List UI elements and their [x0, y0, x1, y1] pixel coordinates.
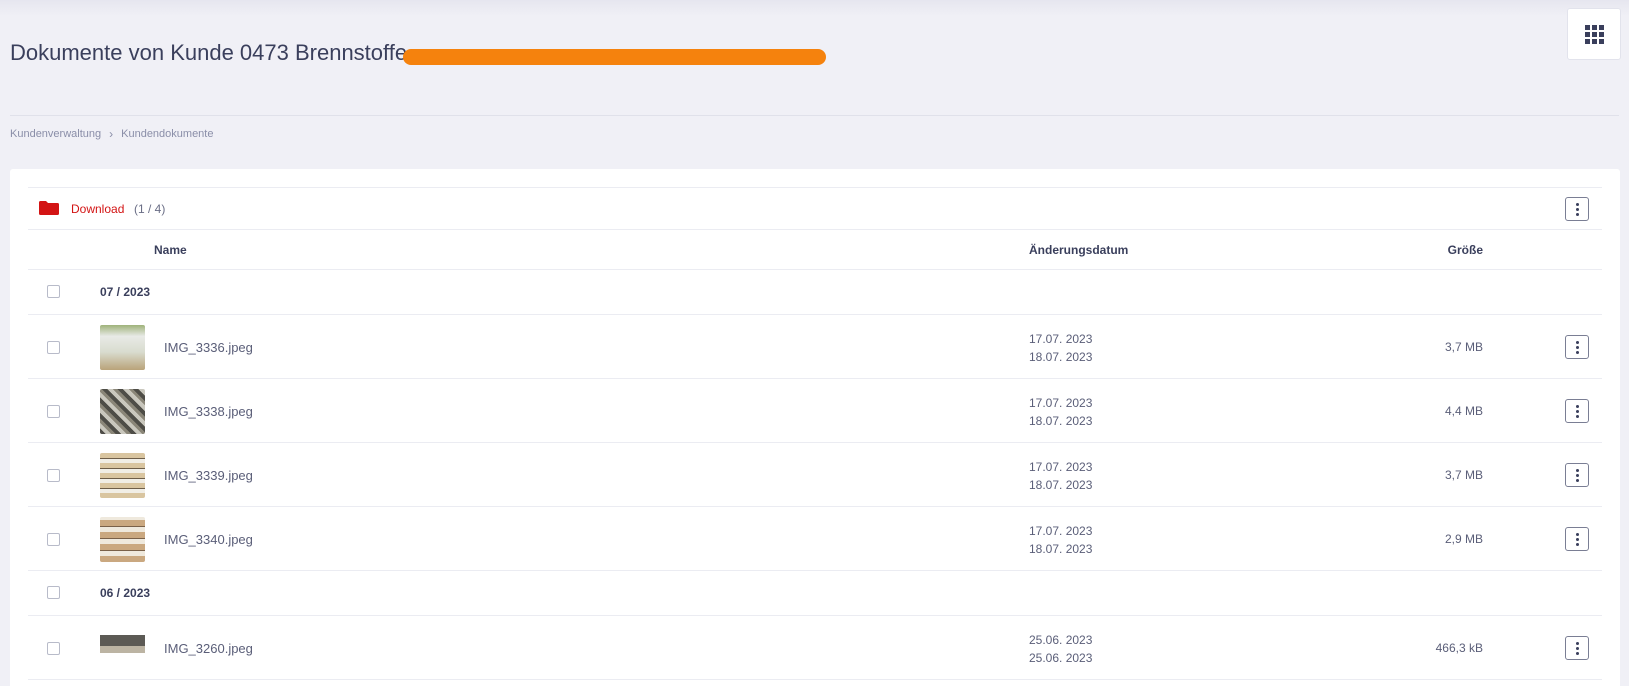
table-header: Name Änderungsdatum Größe [28, 231, 1602, 270]
breadcrumb-item-kundendokumente[interactable]: Kundendokumente [121, 128, 213, 140]
row-checkbox[interactable] [47, 533, 60, 546]
file-size: 3,7 MB [1444, 468, 1483, 482]
file-thumbnail[interactable] [100, 626, 145, 671]
breadcrumb-item-kundenverwaltung[interactable]: Kundenverwaltung [10, 128, 101, 140]
file-dates: 25.06. 2023 25.06. 2023 [1029, 631, 1092, 667]
row-checkbox[interactable] [47, 469, 60, 482]
table-row[interactable]: IMG_3260.jpeg 25.06. 2023 25.06. 2023 46… [28, 616, 1602, 680]
table-row[interactable]: IMG_3338.jpeg 17.07. 2023 18.07. 2023 4,… [28, 379, 1602, 443]
column-header-size[interactable]: Größe [1448, 243, 1483, 257]
file-name[interactable]: IMG_3336.jpeg [164, 340, 253, 355]
row-checkbox[interactable] [47, 341, 60, 354]
group-checkbox[interactable] [47, 285, 60, 298]
folder-page-count: (1 / 4) [134, 202, 166, 216]
file-thumbnail[interactable] [100, 517, 145, 562]
row-more-button[interactable] [1565, 636, 1589, 660]
file-dates: 17.07. 2023 18.07. 2023 [1029, 394, 1092, 430]
file-size: 4,4 MB [1444, 404, 1483, 418]
group-label: 07 / 2023 [100, 285, 151, 299]
file-size: 3,7 MB [1444, 340, 1483, 354]
breadcrumb: Kundenverwaltung › Kundendokumente [10, 127, 213, 141]
file-name[interactable]: IMG_3339.jpeg [164, 468, 253, 483]
folder-icon [39, 201, 59, 215]
file-created-date: 17.07. 2023 [1029, 524, 1093, 538]
header-divider [10, 115, 1619, 116]
row-checkbox[interactable] [47, 642, 60, 655]
top-bar [0, 0, 1629, 16]
file-modified-date: 18.07. 2023 [1029, 350, 1093, 364]
folder-row: Download (1 / 4) [28, 187, 1602, 230]
table-row[interactable]: IMG_3340.jpeg 17.07. 2023 18.07. 2023 2,… [28, 507, 1602, 571]
file-modified-date: 18.07. 2023 [1029, 414, 1093, 428]
file-thumbnail[interactable] [100, 389, 145, 434]
row-more-button[interactable] [1565, 399, 1589, 423]
file-dates: 17.07. 2023 18.07. 2023 [1029, 458, 1092, 494]
group-row: 07 / 2023 [28, 270, 1602, 315]
file-dates: 17.07. 2023 18.07. 2023 [1029, 522, 1092, 558]
file-modified-date: 25.06. 2023 [1029, 651, 1093, 665]
documents-card: Download (1 / 4) Name Änderungsdatum Grö… [10, 169, 1620, 686]
folder-more-button[interactable] [1565, 197, 1589, 221]
group-label: 06 / 2023 [100, 586, 151, 600]
file-size: 466,3 kB [1435, 641, 1483, 655]
file-created-date: 17.07. 2023 [1029, 396, 1093, 410]
file-dates: 17.07. 2023 18.07. 2023 [1029, 330, 1092, 366]
group-row: 06 / 2023 [28, 571, 1602, 616]
row-checkbox[interactable] [47, 405, 60, 418]
row-more-button[interactable] [1565, 335, 1589, 359]
table-row[interactable]: IMG_3339.jpeg 17.07. 2023 18.07. 2023 3,… [28, 443, 1602, 507]
redaction-mark [403, 49, 826, 65]
row-more-button[interactable] [1565, 463, 1589, 487]
file-modified-date: 18.07. 2023 [1029, 478, 1093, 492]
file-name[interactable]: IMG_3260.jpeg [164, 641, 253, 656]
file-thumbnail[interactable] [100, 453, 145, 498]
file-size: 2,9 MB [1444, 532, 1483, 546]
table-row[interactable]: IMG_3336.jpeg 17.07. 2023 18.07. 2023 3,… [28, 315, 1602, 379]
file-modified-date: 18.07. 2023 [1029, 542, 1093, 556]
file-thumbnail[interactable] [100, 325, 145, 370]
group-checkbox[interactable] [47, 586, 60, 599]
apps-grid-icon [1584, 24, 1604, 44]
column-header-date[interactable]: Änderungsdatum [1029, 243, 1128, 257]
folder-name-link[interactable]: Download [71, 202, 124, 216]
file-created-date: 25.06. 2023 [1029, 633, 1093, 647]
file-name[interactable]: IMG_3340.jpeg [164, 532, 253, 547]
apps-menu-button[interactable] [1567, 8, 1621, 60]
file-created-date: 17.07. 2023 [1029, 460, 1093, 474]
file-name[interactable]: IMG_3338.jpeg [164, 404, 253, 419]
file-created-date: 17.07. 2023 [1029, 332, 1093, 346]
row-more-button[interactable] [1565, 527, 1589, 551]
page-title: Dokumente von Kunde 0473 Brennstoffe [10, 40, 408, 65]
chevron-right-icon: › [109, 127, 114, 141]
column-header-name[interactable]: Name [154, 243, 187, 257]
